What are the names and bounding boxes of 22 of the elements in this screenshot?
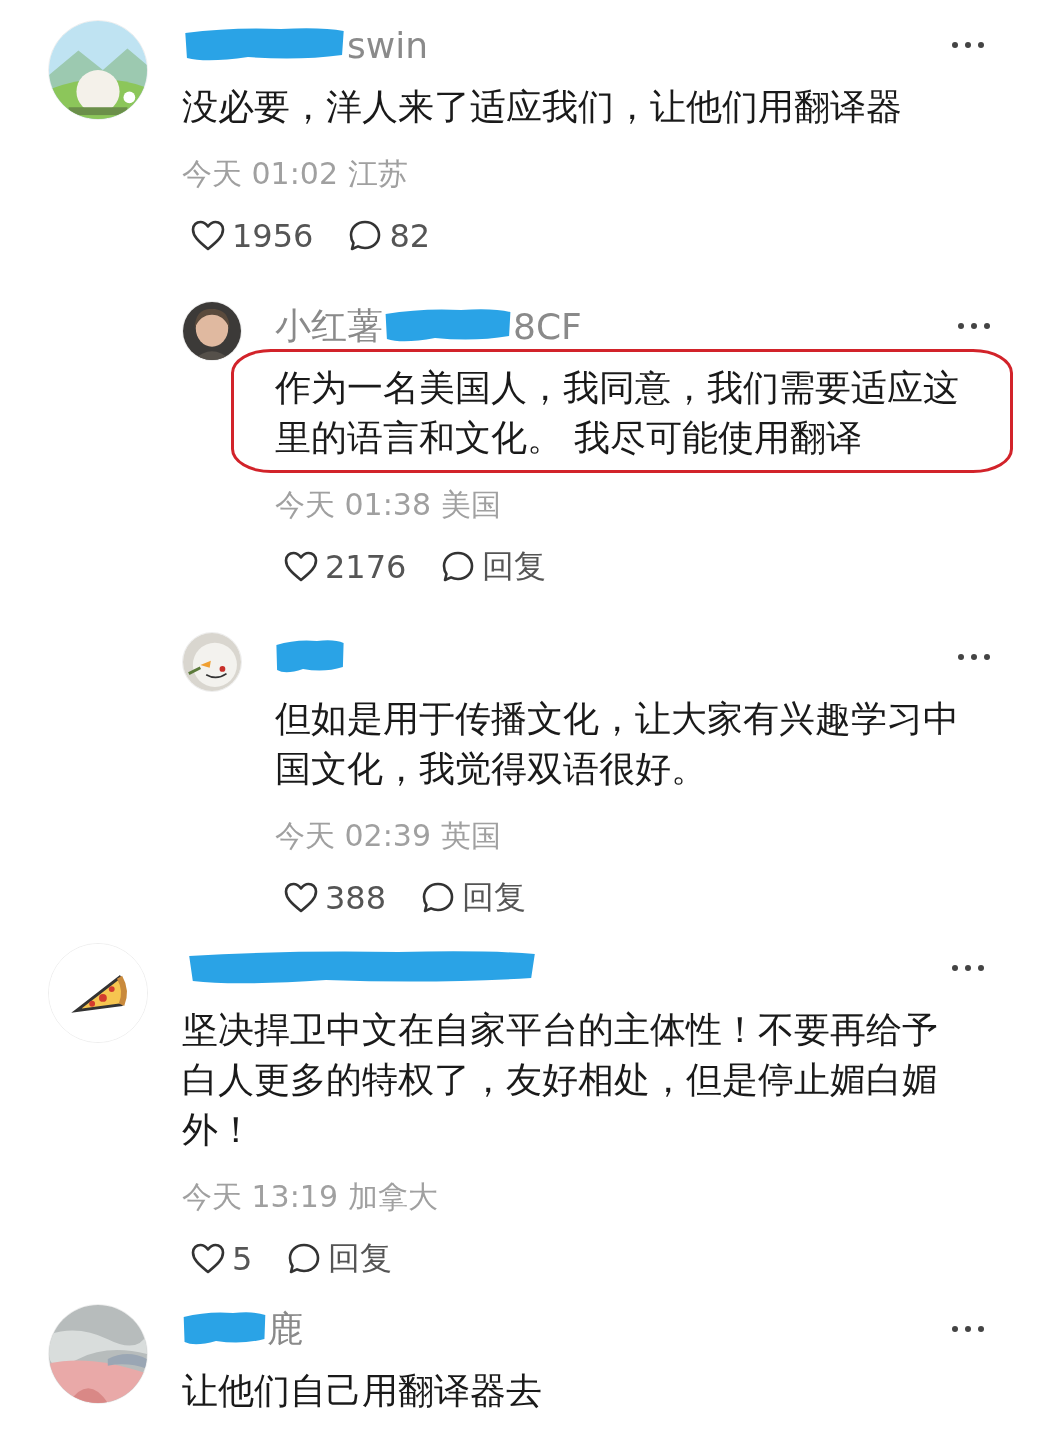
comment-meta: 今天 13:19 加拿大: [182, 1179, 438, 1214]
reply-count[interactable]: 回复: [482, 545, 547, 589]
more-icon[interactable]: [951, 1325, 985, 1333]
like-count: 388: [325, 879, 387, 917]
comment-text: 让他们自己用翻译器去: [182, 1370, 542, 1411]
reply-count[interactable]: 82: [389, 217, 431, 255]
comment-meta: 今天 01:02 江苏: [182, 156, 408, 191]
like-count: 5: [232, 1240, 253, 1278]
like-count: 1956: [232, 217, 314, 255]
more-icon[interactable]: [951, 964, 985, 972]
comment-meta: 今天 01:38 美国: [275, 487, 501, 522]
comment-text: 没必要，洋人来了适应我们，让他们用翻译器: [182, 86, 902, 127]
comment-text: 作为一名美国人，我同意，我们需要适应这里的语言和文化。 我尽可能使用翻译: [275, 367, 959, 458]
more-icon[interactable]: [951, 41, 985, 49]
reply-count[interactable]: 回复: [462, 876, 527, 920]
comment-meta: 今天 02:39 英国: [275, 818, 501, 853]
comment-text: 坚决捍卫中文在自家平台的主体性！不要再给予白人更多的特权了，友好相处，但是停止媚白媚外！: [182, 1009, 938, 1150]
reply-count[interactable]: 回复: [328, 1237, 393, 1281]
more-icon[interactable]: [957, 653, 991, 661]
like-count: 2176: [325, 548, 407, 586]
more-icon[interactable]: [957, 322, 991, 330]
comment-text: 但如是用于传播文化，让大家有兴趣学习中国文化，我觉得双语很好。: [275, 698, 959, 789]
